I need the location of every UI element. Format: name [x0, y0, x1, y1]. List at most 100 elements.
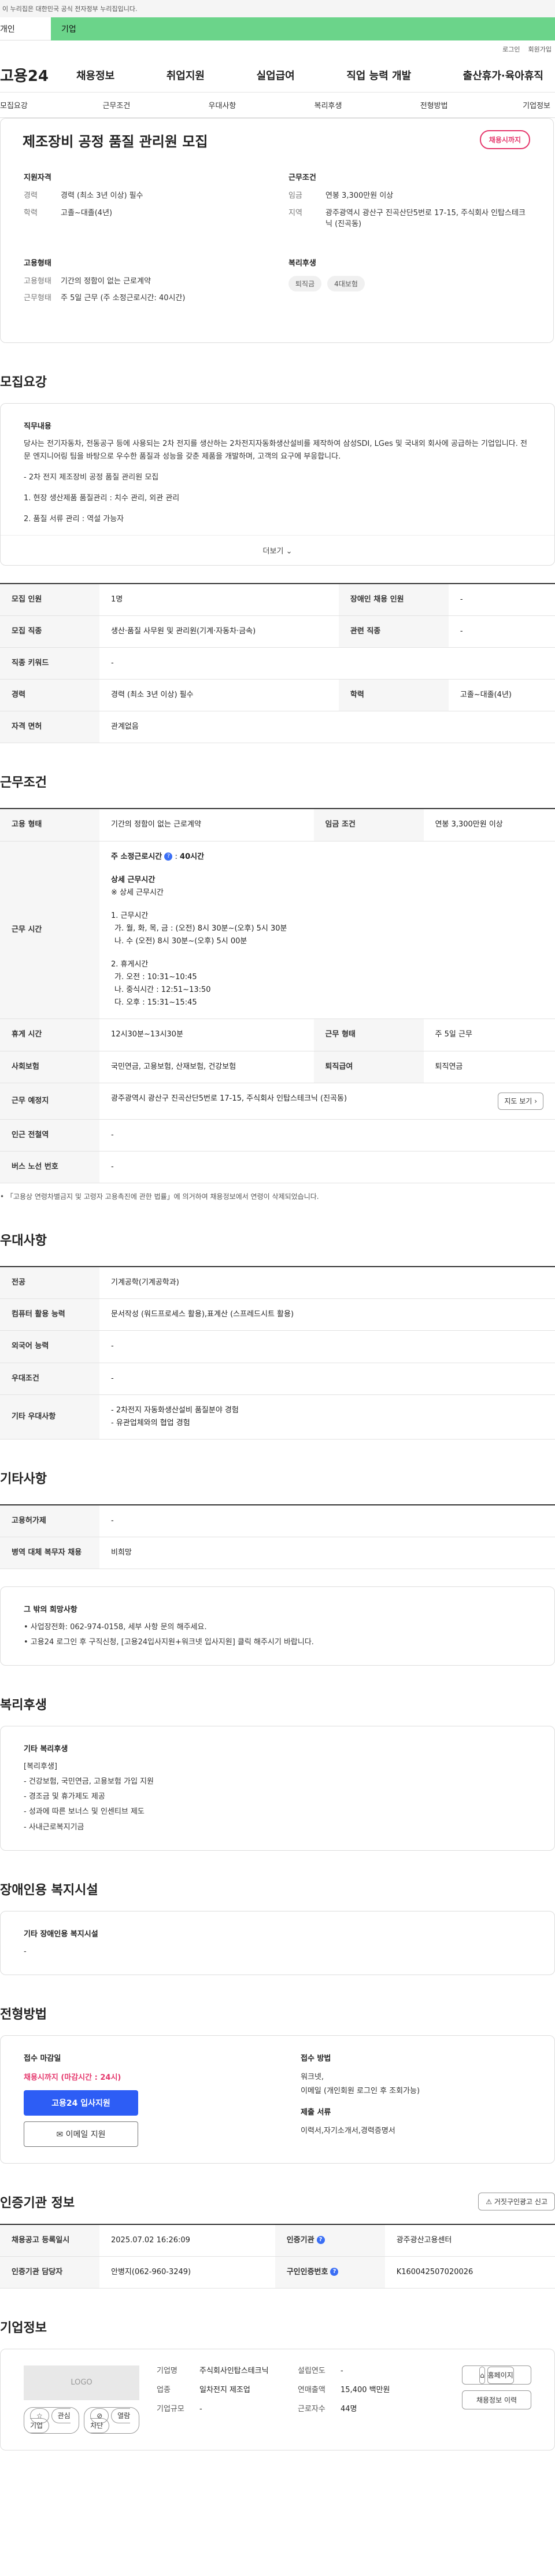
table-cell: 기간의 정함이 없는 근로계약	[99, 809, 314, 842]
cert-section: 인증기관 정보 ⚠ 거짓구인광고 신고 채용공고 등록일시 2025.07.02…	[0, 2193, 555, 2289]
table-cell: 안병지(062-960-3249)	[99, 2256, 275, 2289]
method-line: 워크넷,	[301, 2072, 324, 2082]
table-header: 전공	[0, 1267, 99, 1300]
anchor-work[interactable]: 근무조건	[64, 99, 169, 110]
more-label: 더보기	[262, 547, 284, 556]
anchor-recruit[interactable]: 모집요강	[0, 99, 64, 110]
homepage-label: 홈페이지	[487, 2366, 514, 2384]
selection-section: 전형방법 접수 마감일 채용시까지 (마감시간 : 24시) 고용24 입사지원…	[0, 2004, 555, 2164]
welfare-line: - 경조금 및 휴가제도 제공	[24, 1792, 105, 1802]
hope-card: 그 밖의 희망사항 • 사업장전화: 062-974-0158, 세부 사항 문…	[0, 1586, 555, 1666]
block-company-button[interactable]: ⊘ 열람차단	[84, 2407, 139, 2434]
gov-banner-text: 이 누리집은 대한민국 공식 전자정부 누리집입니다.	[2, 5, 138, 13]
table-header: 버스 노선 번호	[0, 1151, 99, 1184]
wage-value: 연봉 3,300만원 이상	[325, 191, 394, 200]
home-icon: ⌂	[479, 2366, 485, 2384]
company-section: 기업정보 LOGO ☆ 관심기업 ⊘ 열람차단 기업명 주식회사인탑스테크닉 업종…	[0, 2317, 555, 2450]
gnb-item-leave[interactable]: 출산휴가·육아휴직	[456, 68, 550, 83]
table-cell: 관계없음	[99, 711, 555, 744]
homepage-button[interactable]: ⌂ 홈페이지	[462, 2365, 531, 2385]
table-header: 채용공고 등록일시	[0, 2224, 99, 2257]
section-title: 모집요강	[0, 375, 47, 390]
map-button[interactable]: 지도 보기 ›	[498, 1092, 543, 1110]
welfare-line: - 사내근로복지기금	[24, 1822, 84, 1832]
favorite-company-button[interactable]: ☆ 관심기업	[24, 2407, 80, 2434]
gnb-item-training[interactable]: 직업 능력 개발	[339, 68, 418, 83]
other-table: 고용허가제 - 병역 대체 복무자 채용 비희망	[0, 1504, 555, 1569]
table-cell: 연봉 3,300만원 이상	[423, 809, 555, 842]
label: 지역	[288, 208, 302, 217]
cert-no-label: 구인인증번호	[286, 2267, 328, 2276]
anchor-welfare[interactable]: 복리후생	[275, 99, 381, 110]
table-row: 자격 면허 관계없음	[0, 711, 555, 744]
table-header: 장애인 채용 인원	[338, 583, 449, 617]
welfare-line: - 건강보험, 국민연금, 고용보험 가입 지원	[24, 1777, 154, 1787]
info-icon[interactable]: ?	[316, 2236, 325, 2245]
anchor-selection[interactable]: 전형방법	[381, 99, 487, 110]
table-cell: -	[99, 1119, 555, 1152]
gnb-menu: 채용정보 취업지원 실업급여 직업 능력 개발 출산휴가·육아휴직	[69, 68, 555, 83]
table-row: 인근 전철역 -	[0, 1119, 555, 1152]
gnb-item-employment-support[interactable]: 취업지원	[160, 68, 212, 83]
gnb-item-unemployment[interactable]: 실업급여	[250, 68, 302, 83]
table-row: 병역 대체 복무자 채용 비희망	[0, 1537, 555, 1569]
gov-banner: 이 누리집은 대한민국 공식 전자정부 누리집입니다.	[0, 0, 555, 17]
recruit-history-button[interactable]: 채용정보 이력	[462, 2390, 531, 2409]
more-button[interactable]: 더보기 ⌄	[1, 534, 554, 556]
anchor-company[interactable]: 기업정보	[487, 99, 550, 110]
section-title: 인증기관 정보	[0, 2195, 75, 2210]
condition-block: 근무조건 임금 연봉 3,300만원 이상 지역 광주광역시 광산구 진곡산단5번로…	[288, 171, 530, 236]
login-link[interactable]: 로그인	[502, 45, 520, 54]
table-header: 고용허가제	[0, 1504, 99, 1537]
table-header: 고용 형태	[0, 809, 99, 842]
info-icon[interactable]: ?	[164, 852, 173, 861]
table-header: 근무 예정지	[0, 1083, 99, 1120]
table-row: 휴게 시간 12시30분~13시30분 근무 형태 주 5일 근무	[0, 1018, 555, 1051]
section-title: 기타사항	[0, 1471, 47, 1486]
table-header: 임금 조건	[313, 809, 424, 842]
email-apply-button[interactable]: ✉ 이메일 지원	[24, 2121, 138, 2147]
table-row: 고용허가제 -	[0, 1504, 555, 1537]
company-size: -	[199, 2404, 202, 2413]
cert-table: 채용공고 등록일시 2025.07.02 16:26:09 인증기관? 광주광산…	[0, 2223, 555, 2289]
education-value: 고졸~대졸(4년)	[61, 208, 113, 217]
table-row: 모집 직종 생산·품질 사무원 및 관리원(기계·자동차·금속) 관련 직종 -	[0, 615, 555, 648]
table-row: 외국어 능력 -	[0, 1330, 555, 1363]
anchor-pref[interactable]: 우대사항	[169, 99, 275, 110]
table-cell: 문서작성 (워드프로세스 활용),표계산 (스프레드시트 활용)	[99, 1298, 555, 1331]
duty-card: 직무내용 당사는 전기자동차, 전동공구 등에 사용되는 2차 전지를 생산하는…	[0, 403, 555, 566]
table-row: 근무 예정지 광주광역시 광산구 진곡산단5번로 17-15, 주식회사 인탑스…	[0, 1083, 555, 1120]
job-summary-card: 제조장비 공정 품질 관리원 모집 채용시까지 지원자격 경력 경력 (최소 3년…	[0, 118, 554, 343]
table-cell: 2025.07.02 16:26:09	[99, 2224, 275, 2257]
table-header: 병역 대체 복무자 채용	[0, 1537, 99, 1569]
duty-intro: 당사는 전기자동차, 전동공구 등에 사용되는 2차 전지를 생산하는 2차전지…	[24, 439, 527, 461]
company-card: LOGO ☆ 관심기업 ⊘ 열람차단 기업명 주식회사인탑스테크닉 업종 일차전지 …	[0, 2348, 555, 2450]
table-row: 직종 키워드 -	[0, 647, 555, 680]
report-button[interactable]: ⚠ 거짓구인광고 신고	[478, 2193, 555, 2211]
job-title: 제조장비 공정 품질 관리원 모집	[23, 134, 208, 150]
deadline-title: 접수 마감일	[24, 2054, 61, 2063]
tab-company[interactable]: 기업	[51, 17, 555, 40]
table-cell: - 2차전지 자동화생산설비 품질분야 경험 - 유관업체와의 협업 경험	[99, 1394, 555, 1440]
table-row: 사회보험 국민연금, 고용보험, 산재보험, 건강보험 퇴직급여 퇴직연금	[0, 1051, 555, 1083]
gnb-item-jobs[interactable]: 채용정보	[69, 68, 121, 83]
table-cell: -	[99, 1363, 555, 1395]
table-header: 컴퓨터 활용 능력	[0, 1298, 99, 1331]
table-cell: -	[99, 1151, 555, 1184]
report-label: 거짓구인광고 신고	[494, 2198, 547, 2206]
tab-personal[interactable]: 개인	[0, 17, 51, 40]
label: 연매출액	[298, 2385, 325, 2394]
label: 설립연도	[298, 2366, 325, 2375]
site-logo[interactable]: 고용24	[0, 64, 69, 86]
table-row: 경력 경력 (최소 3년 이상) 필수 학력 고졸~대졸(4년)	[0, 679, 555, 712]
company-name: 주식회사인탑스테크닉	[199, 2366, 269, 2375]
table-row: 모집 인원 1명 장애인 채용 인원 -	[0, 583, 555, 617]
info-icon[interactable]: ?	[330, 2268, 339, 2276]
apply-button[interactable]: 고용24 입사지원	[24, 2090, 138, 2116]
top-tabs: 개인 기업	[0, 17, 555, 40]
table-cell: -	[448, 615, 555, 648]
signup-link[interactable]: 회원가입	[528, 45, 552, 54]
table-cell: -	[99, 1330, 555, 1363]
employment-type-value: 기간의 정함이 없는 근로계약	[61, 276, 151, 286]
work-type-value: 주 5일 근무 (주 소정근로시간: 40시간)	[61, 294, 186, 302]
